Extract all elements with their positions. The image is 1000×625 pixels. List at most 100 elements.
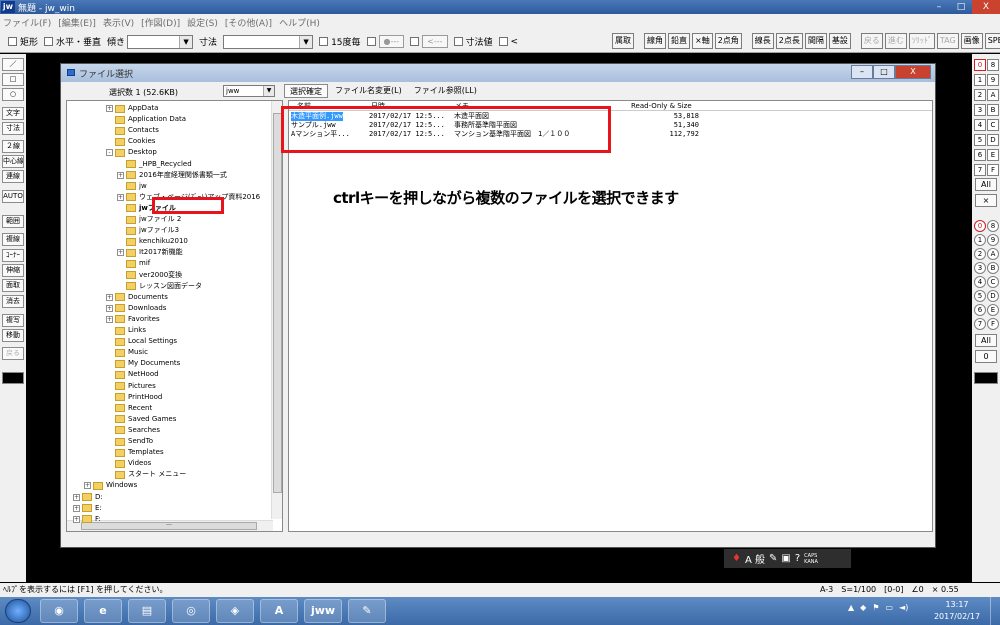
show-desktop-button[interactable]: [990, 597, 1000, 625]
tree-item[interactable]: Links: [106, 325, 146, 336]
group-button[interactable]: 5: [974, 290, 986, 302]
expand-icon[interactable]: +: [84, 482, 91, 490]
layer-all-button[interactable]: All: [975, 178, 997, 191]
tree-item[interactable]: Application Data: [106, 114, 186, 125]
scroll-thumb[interactable]: ···: [81, 522, 257, 530]
group-button[interactable]: 8: [987, 220, 999, 232]
tool-chamfer[interactable]: 面取: [2, 279, 24, 292]
ime-mode[interactable]: A 般: [745, 551, 765, 566]
tool-2pt-length[interactable]: 2点長: [775, 33, 803, 49]
seg2-checkbox[interactable]: [410, 37, 420, 46]
folder-tree[interactable]: ··· + AppData Application Data Contacts Cook…: [66, 100, 283, 532]
tool-back[interactable]: 戻る: [860, 33, 883, 49]
layer-button[interactable]: E: [987, 149, 999, 161]
tool-extend[interactable]: 伸縮: [2, 264, 24, 277]
tree-item[interactable]: jw: [117, 181, 147, 192]
tree-item[interactable]: mif: [117, 258, 150, 269]
status-zoom[interactable]: × 0.55: [932, 583, 959, 597]
group-button[interactable]: 1: [974, 234, 986, 246]
tool-forward[interactable]: 進む: [884, 33, 907, 49]
tool-line-length[interactable]: 線長: [751, 33, 774, 49]
tool-speed[interactable]: SPEED: [984, 33, 1000, 49]
layer-button[interactable]: B: [987, 104, 999, 116]
tool-rectangle[interactable]: □: [2, 73, 24, 86]
extension-filter-select[interactable]: jww ▼: [223, 85, 275, 97]
layer-button[interactable]: 6: [974, 149, 986, 161]
tool-undo[interactable]: 戻る: [2, 347, 24, 360]
tool-erase[interactable]: 消去: [2, 295, 24, 308]
deg15-checkbox[interactable]: [319, 37, 329, 46]
layer-button[interactable]: F: [987, 164, 999, 176]
tool-auto[interactable]: AUTO: [2, 190, 24, 203]
tab-confirm-selection[interactable]: 選択確定: [284, 84, 328, 98]
menu-edit[interactable]: [編集(E)]: [58, 16, 96, 29]
ime-tool-icon[interactable]: ✎: [769, 553, 777, 564]
group-button[interactable]: B: [987, 262, 999, 274]
hv-checkbox[interactable]: [44, 37, 54, 46]
tab-browse-file[interactable]: ファイル参照(LL): [409, 84, 482, 98]
status-angle[interactable]: ∠0: [911, 583, 923, 597]
collapse-icon[interactable]: -: [106, 149, 113, 157]
tree-item[interactable]: Templates: [106, 447, 164, 458]
lt-checkbox[interactable]: [498, 37, 508, 46]
group-button[interactable]: C: [987, 276, 999, 288]
volume-icon[interactable]: ◄): [899, 603, 908, 612]
tree-item[interactable]: PrintHood: [106, 392, 162, 403]
tree-item[interactable]: My Documents: [106, 358, 180, 369]
tree-item[interactable]: Music: [106, 347, 148, 358]
tool-attr-pick[interactable]: 属取: [612, 33, 634, 49]
tab-rename-file[interactable]: ファイル名変更(L): [330, 84, 407, 98]
tree-item[interactable]: +2016年度経理関係書類一式: [117, 170, 227, 181]
tree-item[interactable]: - Desktop: [106, 147, 157, 158]
menu-settings[interactable]: 設定(S): [187, 16, 218, 29]
layer-button[interactable]: 2: [974, 89, 986, 101]
tree-item[interactable]: SendTo: [106, 436, 153, 447]
menu-view[interactable]: 表示(V): [103, 16, 134, 29]
expand-icon[interactable]: +: [106, 315, 113, 323]
layer-cross-button[interactable]: ×: [975, 194, 997, 207]
layer-button[interactable]: 5: [974, 134, 986, 146]
group-button[interactable]: 3: [974, 262, 986, 274]
column-size[interactable]: Read-Only & Size: [631, 101, 692, 111]
group-button[interactable]: 7: [974, 318, 986, 330]
tray-arrow-icon[interactable]: ▲: [848, 603, 854, 612]
tool-center-line[interactable]: 中心線: [2, 155, 24, 168]
group-button[interactable]: 9: [987, 234, 999, 246]
tree-item[interactable]: + Documents: [106, 292, 168, 303]
layer-button[interactable]: 1: [974, 74, 986, 86]
expand-icon[interactable]: +: [117, 193, 124, 201]
menu-other[interactable]: [その他(A)]: [225, 16, 272, 29]
layer-button[interactable]: 7: [974, 164, 986, 176]
expand-icon[interactable]: +: [106, 105, 113, 112]
tree-item[interactable]: + Favorites: [106, 314, 160, 325]
taskbar-acrobat[interactable]: A: [260, 599, 298, 623]
tool-continuous-line[interactable]: 連線: [2, 170, 24, 183]
maximize-button[interactable]: □: [950, 0, 972, 14]
tree-item[interactable]: + D:: [73, 492, 103, 503]
tool-text[interactable]: 文字: [2, 107, 24, 120]
layer-button[interactable]: D: [987, 134, 999, 146]
layer-button[interactable]: 9: [987, 74, 999, 86]
tool-line-angle[interactable]: 線角: [644, 33, 666, 49]
tool-offset[interactable]: 複線: [2, 233, 24, 246]
tree-item[interactable]: jwファイル3: [117, 225, 179, 236]
group-button[interactable]: 6: [974, 304, 986, 316]
clock[interactable]: 13:17 2017/02/17: [932, 599, 982, 623]
tree-item[interactable]: + AppData: [106, 103, 158, 114]
status-paper-size[interactable]: A-3: [820, 583, 833, 597]
group-button[interactable]: 0: [974, 220, 986, 232]
layer-button[interactable]: A: [987, 89, 999, 101]
tree-item[interactable]: スタート メニュー: [106, 469, 186, 480]
file-list[interactable]: 名前 日時 メモ Read-Only & Size 木造平面例.jww 2017…: [288, 100, 933, 532]
expand-icon[interactable]: +: [73, 493, 80, 501]
tree-item[interactable]: + It2017新機能: [117, 247, 183, 258]
tree-item[interactable]: NetHood: [106, 369, 159, 380]
color-swatch-left[interactable]: [2, 372, 24, 384]
tree-item[interactable]: + F:: [73, 514, 101, 525]
tree-item[interactable]: Contacts: [106, 125, 159, 136]
menu-file[interactable]: ファイル(F): [3, 16, 51, 29]
group-all-button[interactable]: All: [975, 334, 997, 347]
ime-bar[interactable]: ♦ A 般 ✎ ▣ ? CAPS KANA: [724, 549, 851, 568]
expand-icon[interactable]: +: [73, 515, 80, 523]
tool-2pt-angle[interactable]: 2点角: [714, 33, 742, 49]
